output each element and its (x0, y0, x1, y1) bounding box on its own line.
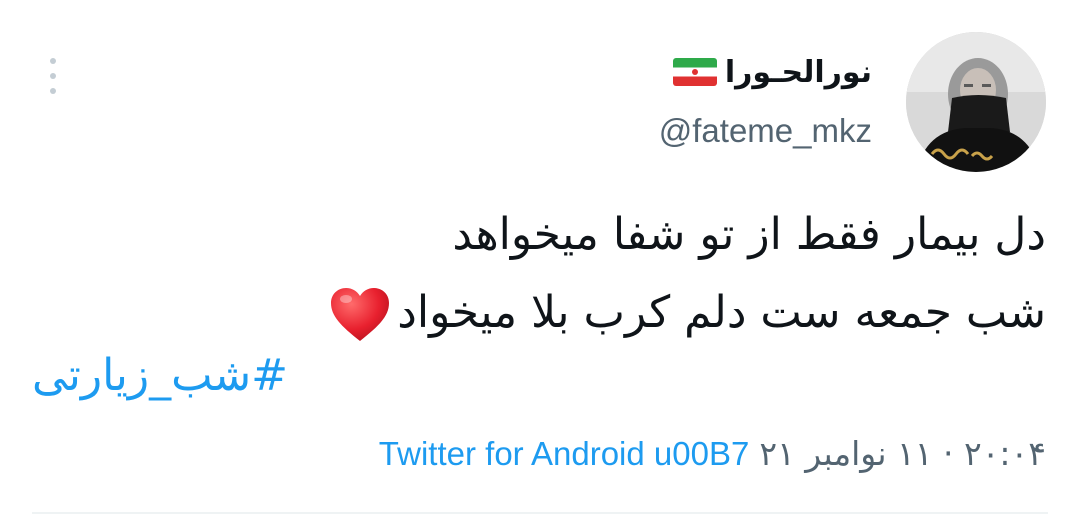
tweet-body: دل بیمار فقط از تو شفا میخواهد شب جمعه س… (36, 196, 1046, 352)
tweet-card[interactable]: نورالحـورا @fateme_mkz دل بیمار فقط از ت… (0, 0, 1080, 517)
tweet-meta: Twitter for Android u00B7 ۲۰:۰۴ · ۱۱ نوا… (379, 434, 1046, 473)
menu-dot (50, 88, 56, 94)
iran-flag-icon (672, 58, 717, 86)
tweet-text-line: شب جمعه ست دلم کرب بلا میخواد (397, 287, 1046, 338)
hashtag-link[interactable]: #شب_زیارتی (32, 350, 288, 401)
divider (32, 512, 1048, 514)
timestamp[interactable]: ۲۰:۰۴ · ۱۱ نوامبر ۲۱ (759, 434, 1046, 473)
source-link[interactable]: Twitter for Android u00B7 (379, 435, 750, 473)
avatar[interactable] (906, 32, 1046, 172)
user-handle[interactable]: @fateme_mkz (659, 112, 872, 150)
tweet-text-line-with-heart: شب جمعه ست دلم کرب بلا میخواد (36, 274, 1046, 352)
display-name: نورالحـورا (724, 54, 872, 90)
red-heart-icon (331, 288, 390, 341)
more-options-icon[interactable] (38, 58, 68, 94)
tweet-text-line: دل بیمار فقط از تو شفا میخواهد (452, 209, 1046, 260)
menu-dot (50, 73, 56, 79)
avatar-image (906, 32, 1046, 172)
menu-dot (50, 58, 56, 64)
display-name-row[interactable]: نورالحـورا (672, 52, 872, 92)
